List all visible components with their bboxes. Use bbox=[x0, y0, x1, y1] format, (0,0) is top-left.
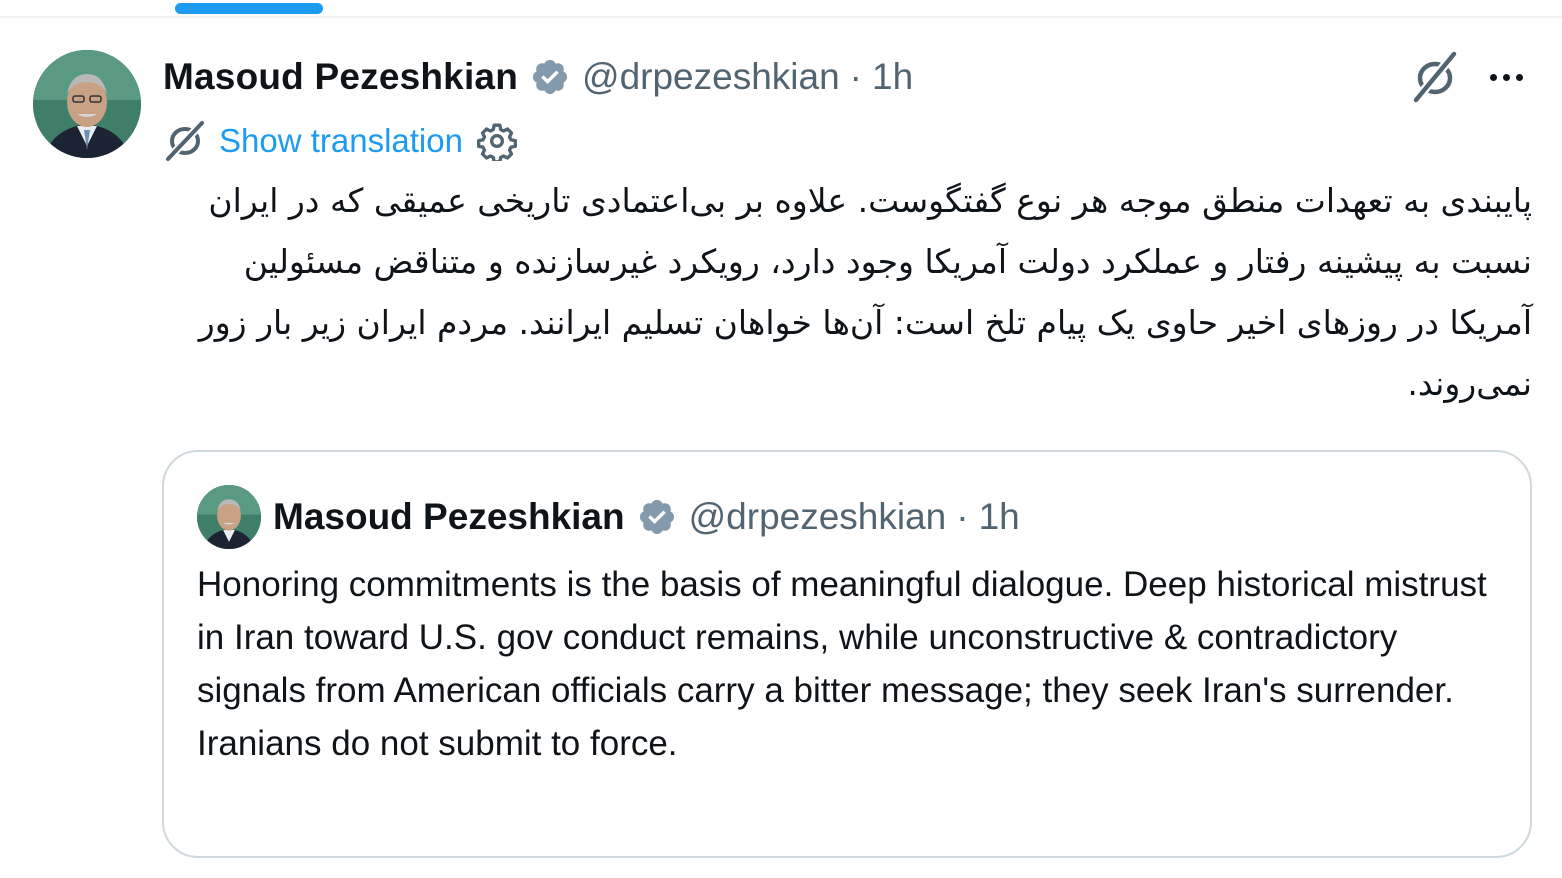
dot-icon bbox=[1489, 73, 1497, 81]
avatar bbox=[197, 485, 261, 549]
show-translation-link[interactable]: Show translation bbox=[219, 122, 463, 160]
quoted-tweet-timestamp: 1h bbox=[978, 496, 1020, 537]
verified-badge-icon[interactable] bbox=[530, 57, 570, 97]
active-tab-indicator bbox=[175, 3, 323, 14]
quoted-tweet-text: Honoring commitments is the basis of mea… bbox=[197, 565, 1487, 763]
separator-dot: · bbox=[956, 496, 969, 537]
tab-divider bbox=[0, 16, 1562, 18]
quoted-tweet-header: Masoud Pezeshkian @drpezeshkian · 1h bbox=[197, 484, 1020, 550]
author-display-name[interactable]: Masoud Pezeshkian bbox=[163, 56, 518, 98]
quoted-author-display-name: Masoud Pezeshkian bbox=[273, 496, 625, 537]
author-handle[interactable]: @drpezeshkian bbox=[582, 56, 840, 98]
avatar[interactable] bbox=[33, 50, 141, 158]
tweet-timestamp[interactable]: 1h bbox=[872, 56, 913, 98]
dot-icon bbox=[1515, 73, 1523, 81]
translation-row: Show translation bbox=[163, 116, 517, 166]
verified-badge-icon bbox=[639, 499, 674, 535]
tweet-text: پایبندی به تعهدات منطق موجه هر نوع گفتگو… bbox=[198, 181, 1532, 403]
quoted-tweet-card[interactable]: Masoud Pezeshkian @drpezeshkian · 1h Hon… bbox=[162, 450, 1532, 858]
quoted-author-handle: @drpezeshkian bbox=[688, 496, 947, 537]
dot-icon bbox=[1502, 73, 1510, 81]
tweet-header: Masoud Pezeshkian @drpezeshkian · 1h bbox=[163, 52, 913, 102]
separator-dot: · bbox=[849, 56, 862, 97]
grok-icon[interactable] bbox=[1408, 50, 1462, 104]
translate-icon bbox=[165, 120, 205, 162]
more-icon[interactable] bbox=[1482, 60, 1530, 94]
gear-icon[interactable] bbox=[476, 121, 517, 161]
